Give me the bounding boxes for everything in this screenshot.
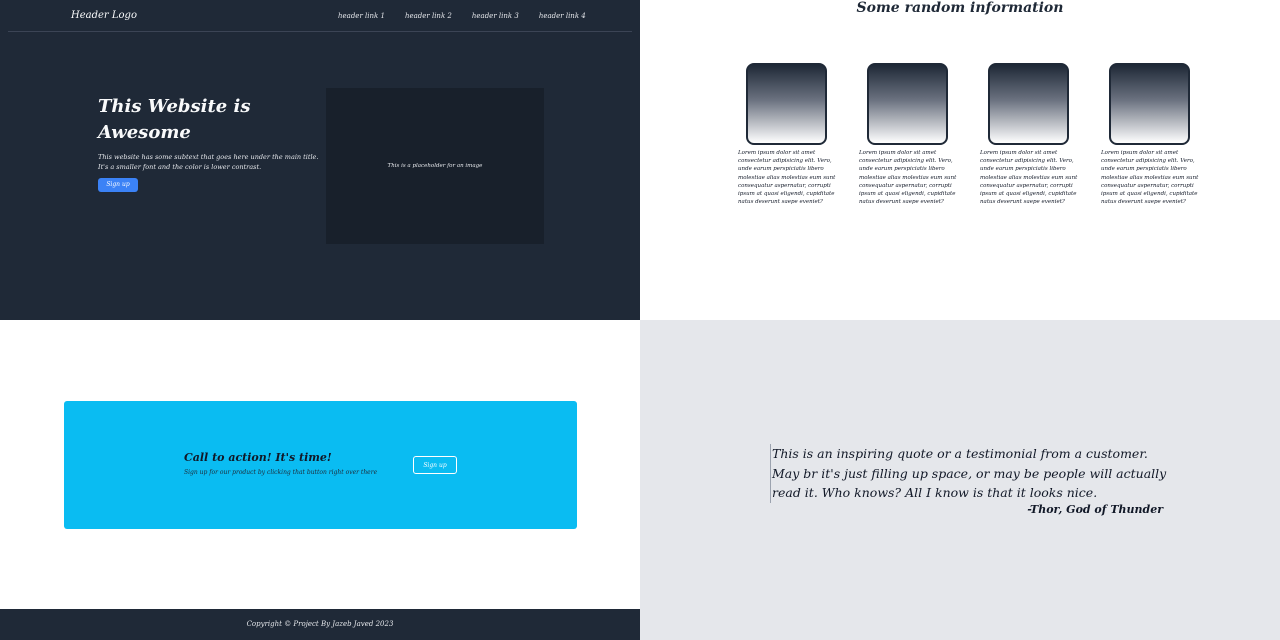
nav-link-1[interactable]: header link 1 [338,12,385,20]
card-text: Lorem ipsum dolor sit amet consectetur a… [859,150,957,206]
cta-banner: Call to action! It's time! Sign up for o… [64,401,577,529]
cta-screen: Call to action! It's time! Sign up for o… [0,320,640,640]
info-card: Lorem ipsum dolor sit amet consectetur a… [738,63,838,206]
testimonial-quote: This is an inspiring quote or a testimon… [770,444,1170,503]
info-screen: Some random information Lorem ipsum dolo… [640,0,1280,320]
hero-screen: Header Logo header link 1 header link 2 … [0,0,640,320]
cta-subtitle: Sign up for our product by clicking that… [184,469,378,476]
nav-link-2[interactable]: header link 2 [405,12,452,20]
card-text: Lorem ipsum dolor sit amet consectetur a… [1101,150,1199,206]
image-placeholder: This is a placeholder for an image [326,88,544,244]
site-header: Header Logo header link 1 header link 2 … [8,0,632,32]
hero-signup-button[interactable]: Sign up [98,178,138,192]
header-nav: header link 1 header link 2 header link … [338,12,586,20]
cta-title: Call to action! It's time! [184,451,332,464]
image-placeholder-label: This is a placeholder for an image [387,163,483,169]
header-logo[interactable]: Header Logo [71,10,137,21]
cta-signup-button[interactable]: Sign up [413,456,457,474]
footer-copyright: Copyright © Project By Jazeb Javed 2023 [246,620,394,628]
info-card: Lorem ipsum dolor sit amet consectetur a… [859,63,959,206]
card-text: Lorem ipsum dolor sit amet consectetur a… [738,150,836,206]
info-card: Lorem ipsum dolor sit amet consectetur a… [980,63,1080,206]
card-text: Lorem ipsum dolor sit amet consectetur a… [980,150,1078,206]
quote-author: -Thor, God of Thunder [1027,503,1163,516]
card-image [867,63,948,145]
card-image [746,63,827,145]
nav-link-4[interactable]: header link 4 [539,12,586,20]
hero-title: This Website is Awesome [98,96,251,143]
site-footer: Copyright © Project By Jazeb Javed 2023 [0,609,640,640]
info-title: Some random information [856,0,1064,16]
card-image [1109,63,1190,145]
nav-link-3[interactable]: header link 3 [472,12,519,20]
card-image [988,63,1069,145]
info-card: Lorem ipsum dolor sit amet consectetur a… [1101,63,1201,206]
quote-screen: This is an inspiring quote or a testimon… [640,320,1280,640]
hero-subtitle: This website has some subtext that goes … [98,153,319,171]
